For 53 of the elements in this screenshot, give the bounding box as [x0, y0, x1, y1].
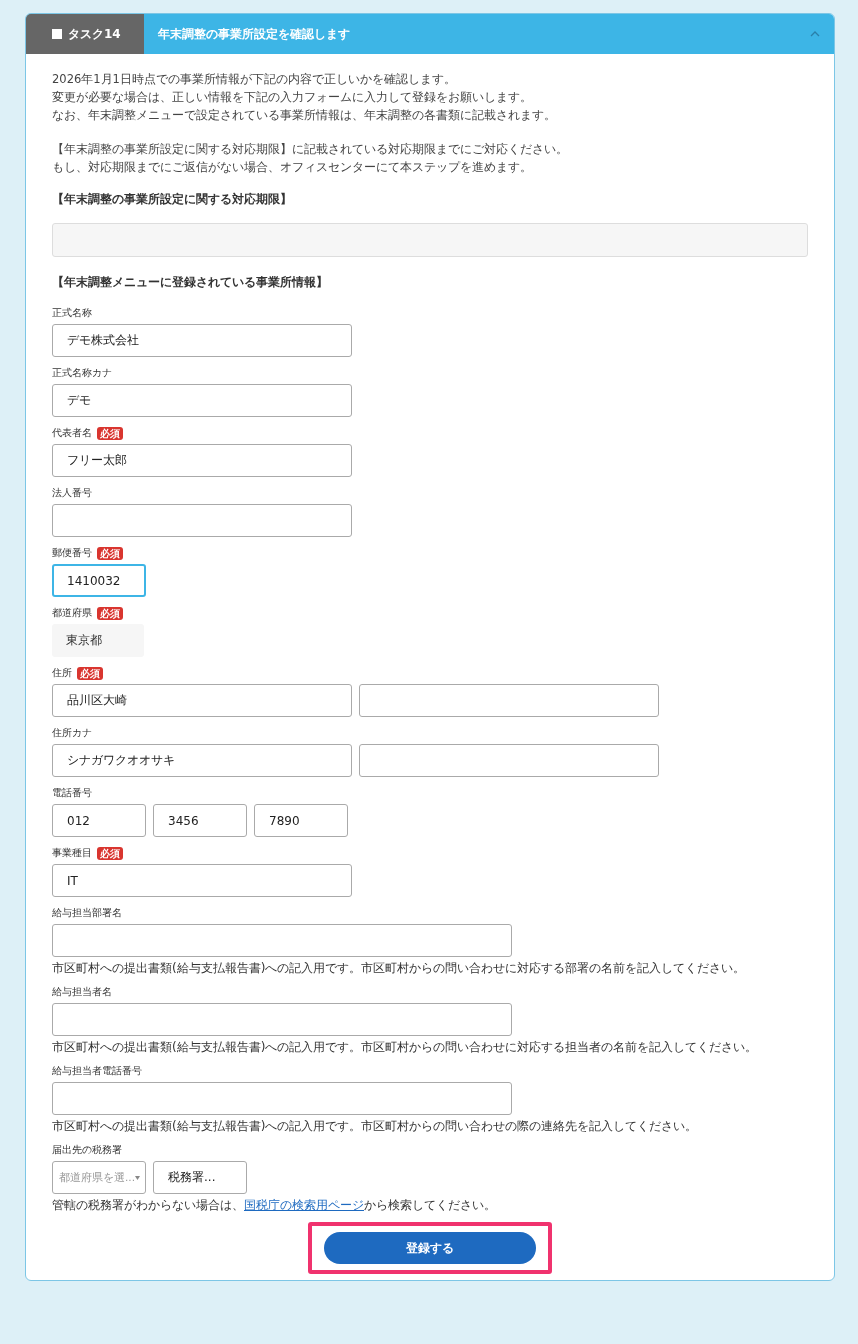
field-label: 法人番号: [52, 486, 92, 500]
field-hint: 市区町村への提出書類(給与支払報告書)への記入用です。市区町村からの問い合わせに対応する担当者の名前を記入してください。: [52, 1039, 759, 1055]
field-label: 給与担当者電話番号: [52, 1064, 142, 1078]
register-button[interactable]: 登録する: [324, 1232, 536, 1264]
task-header[interactable]: タスク14 年末調整の事業所設定を確認します: [26, 14, 834, 54]
task-title: 年末調整の事業所設定を確認します: [157, 25, 351, 43]
field-label: 給与担当者名: [52, 985, 112, 999]
caret-icon: [135, 1175, 140, 1180]
field-label: 都道府県: [52, 606, 92, 620]
field-label: 郵便番号: [52, 546, 92, 560]
task-number: タスク14: [68, 25, 121, 43]
input-field[interactable]: [359, 744, 659, 777]
input-field[interactable]: 7890: [254, 804, 348, 837]
field-label: 住所カナ: [52, 726, 92, 740]
field-hint: 管轄の税務署がわからない場合は、国税庁の検索用ページから検索してください。: [52, 1197, 497, 1213]
input-field[interactable]: [52, 504, 352, 537]
field-label: 代表者名: [52, 426, 92, 440]
required-badge: 必須: [97, 426, 123, 440]
prefecture-value: 東京都: [52, 624, 144, 657]
field-label: 届出先の税務署: [52, 1143, 122, 1157]
field-label: 住所: [52, 666, 72, 680]
field-hint: 市区町村への提出書類(給与支払報告書)への記入用です。市区町村からの問い合わせの際の連絡先を記入してください。: [52, 1118, 699, 1134]
collapse-chevron-icon[interactable]: [810, 31, 820, 37]
input-field[interactable]: デモ株式会社: [52, 324, 352, 357]
square-icon: [52, 29, 62, 39]
input-field[interactable]: 税務署...: [153, 1161, 247, 1194]
field-label: 正式名称カナ: [52, 366, 112, 380]
input-field[interactable]: [52, 1082, 512, 1115]
section-heading: 【年末調整メニューに登録されている事業所情報】: [52, 275, 329, 290]
input-field[interactable]: フリー太郎: [52, 444, 352, 477]
field-label: 電話番号: [52, 786, 92, 800]
field-label: 事業種目: [52, 846, 92, 860]
input-field[interactable]: デモ: [52, 384, 352, 417]
required-badge: 必須: [97, 846, 123, 860]
input-field[interactable]: 1410032: [52, 564, 146, 597]
input-field[interactable]: [52, 1003, 512, 1036]
intro-paragraph: 【年末調整の事業所設定に関する対応期限】に記載されている対応期限までにご対応ください。 もし、対応期限までにご返信がない場合、オフィスセンターにて本ステップを進めます。: [52, 141, 569, 176]
input-field[interactable]: [359, 684, 659, 717]
search-page-link[interactable]: 国税庁の検索用ページ: [244, 1198, 364, 1212]
input-field[interactable]: IT: [52, 864, 352, 897]
intro-paragraph: 2026年1月1日時点での事業所情報が下記の内容で正しいかを確認します。 変更が必要な場合は、正しい情報を下記の入力フォームに入力して登録をお願いします。 なお、年末調整メニューで設定されている事業所情報は、年末調整の各書類に記載されます。: [52, 71, 557, 124]
input-field[interactable]: 012: [52, 804, 146, 837]
required-badge: 必須: [97, 606, 123, 620]
input-field[interactable]: [52, 924, 512, 957]
field-label: 正式名称: [52, 306, 92, 320]
input-field[interactable]: シナガワクオオサキ: [52, 744, 352, 777]
deadline-heading: 【年末調整の事業所設定に関する対応期限】: [52, 192, 293, 207]
required-badge: 必須: [77, 666, 103, 680]
field-label: 給与担当部署名: [52, 906, 122, 920]
required-badge: 必須: [97, 546, 123, 560]
input-field[interactable]: 品川区大崎: [52, 684, 352, 717]
field-hint: 市区町村への提出書類(給与支払報告書)への記入用です。市区町村からの問い合わせに対応する部署の名前を記入してください。: [52, 960, 747, 976]
input-field[interactable]: 3456: [153, 804, 247, 837]
